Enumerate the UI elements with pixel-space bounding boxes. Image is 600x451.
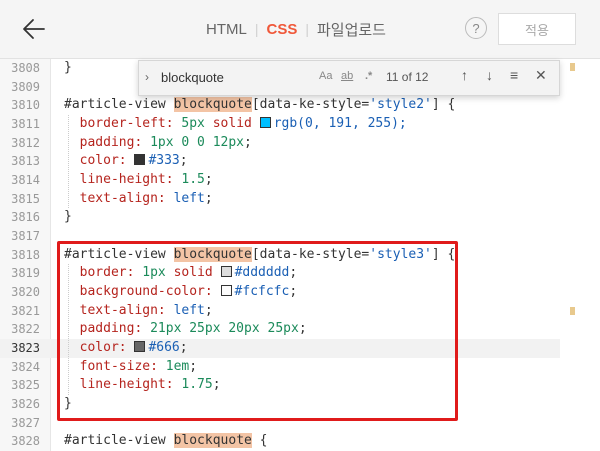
code-token: ; [179, 153, 188, 169]
line-number: 3820 [11, 285, 40, 300]
editor-tabs: HTML | CSS | 파일업로드 [200, 18, 392, 40]
code-text: #article-view blockquote { [64, 432, 268, 451]
code-token: 1.5 [181, 172, 205, 188]
code-line[interactable]: 3812 padding: 1px 0 0 12px; [0, 134, 560, 153]
code-line[interactable]: 3816} [0, 208, 560, 227]
line-number: 3816 [11, 210, 40, 225]
tab-separator: | [254, 21, 259, 37]
code-line[interactable]: 3813 color: #333; [0, 152, 560, 171]
line-number: 3828 [11, 434, 40, 449]
line-number: 3825 [11, 378, 40, 393]
line-number: 3822 [11, 322, 40, 337]
tab-file-upload[interactable]: 파일업로드 [311, 19, 392, 40]
code-token: text-align: [64, 190, 174, 206]
code-token: 1px 0 0 12px [150, 134, 245, 150]
code-text: color: #333; [64, 152, 188, 171]
code-token: ; [244, 134, 252, 150]
line-number: 3827 [11, 415, 40, 430]
highlight-annotation-box [57, 241, 458, 421]
line-number: 3813 [11, 154, 40, 169]
code-token: ; [204, 172, 213, 188]
code-token: left [173, 190, 205, 206]
use-regex-icon[interactable]: .* [365, 70, 372, 82]
line-number: 3818 [11, 247, 40, 262]
back-arrow-icon[interactable] [20, 15, 48, 43]
match-case-icon[interactable]: Aa [319, 70, 332, 82]
search-match-highlight: blockquote [173, 433, 252, 449]
line-number: 3817 [11, 229, 40, 244]
code-token: padding: [64, 134, 151, 150]
tab-separator: | [305, 21, 309, 37]
find-widget: › Aa ab .* 11 of 12 ↑ ↓ ≡ ✕ [138, 60, 560, 96]
line-number: 3815 [11, 191, 40, 206]
code-line[interactable]: 3814 line-height: 1.5; [0, 171, 560, 190]
code-token: } [64, 209, 72, 225]
code-line[interactable]: 3811 border-left: 5px solid rgb(0, 191, … [0, 115, 560, 134]
find-in-selection-icon[interactable]: ≡ [510, 67, 518, 83]
line-number: 3809 [11, 79, 40, 94]
code-token: line-height: [64, 172, 182, 188]
code-token: 5px [181, 116, 205, 131]
line-number: 3808 [11, 61, 40, 75]
code-line[interactable]: 3810 #article-view blockquote[data-ke-sty… [0, 96, 560, 115]
color-swatch[interactable] [259, 117, 271, 128]
line-number: 3823 [11, 341, 40, 356]
code-token: ; [204, 190, 213, 206]
search-match-marker [570, 307, 575, 315]
code-text: } [64, 208, 72, 227]
search-match-marker [570, 63, 575, 71]
code-token: color: [64, 153, 135, 169]
code-token: #article-view [64, 433, 174, 449]
code-editor[interactable]: 3808} 3809 3810 #article-view blockquote[da… [0, 59, 600, 451]
indent-guide [68, 115, 69, 209]
code-token: #article-view [64, 97, 174, 113]
line-number: 3819 [11, 266, 40, 281]
next-match-arrow-icon[interactable]: ↓ [486, 67, 493, 83]
code-line[interactable]: 3815 text-align: left; [0, 190, 560, 209]
code-text: text-align: left; [64, 190, 213, 209]
previous-match-arrow-icon[interactable]: ↑ [461, 67, 468, 83]
line-number: 3824 [11, 359, 40, 374]
search-match-highlight: blockquote [173, 97, 252, 113]
scrollbar[interactable] [560, 59, 600, 451]
code-token: #333 [148, 153, 180, 169]
code-text: padding: 1px 0 0 12px; [64, 134, 252, 153]
code-token: { [251, 433, 268, 449]
match-count: 11 of 12 [386, 70, 429, 84]
code-token: 'style2' [369, 97, 432, 113]
apply-button[interactable]: 적용 [498, 13, 576, 45]
code-token: } [64, 60, 72, 75]
line-number: 3814 [11, 173, 40, 188]
code-text: } [64, 59, 72, 78]
line-number: 3826 [11, 397, 40, 412]
close-icon[interactable]: ✕ [535, 67, 547, 84]
find-input[interactable] [161, 66, 311, 88]
line-number: 3810 [11, 98, 40, 113]
top-bar: HTML | CSS | 파일업로드 ? 적용 [0, 0, 600, 59]
code-token: border-left: [64, 116, 182, 131]
toggle-replace-chevron-icon[interactable]: › [145, 70, 149, 84]
line-number: 3811 [11, 117, 40, 131]
code-text: #article-view blockquote[data-ke-style='… [64, 96, 455, 115]
line-number: 3812 [11, 135, 40, 150]
line-number: 3821 [11, 303, 40, 318]
match-whole-word-icon[interactable]: ab [341, 70, 353, 82]
tab-css[interactable]: CSS [260, 21, 303, 38]
code-token: solid [204, 116, 260, 131]
code-token: ] { [431, 97, 456, 113]
code-text: line-height: 1.5; [64, 171, 213, 190]
help-icon[interactable]: ? [465, 17, 487, 39]
code-token: rgb(0, 191, 255); [273, 116, 407, 131]
tab-html[interactable]: HTML [200, 21, 253, 38]
code-line[interactable]: 3828 #article-view blockquote { [0, 432, 560, 451]
color-swatch[interactable] [134, 154, 146, 166]
code-token: [data-ke-style= [251, 97, 370, 113]
code-text: border-left: 5px solid rgb(0, 191, 255); [64, 115, 407, 134]
